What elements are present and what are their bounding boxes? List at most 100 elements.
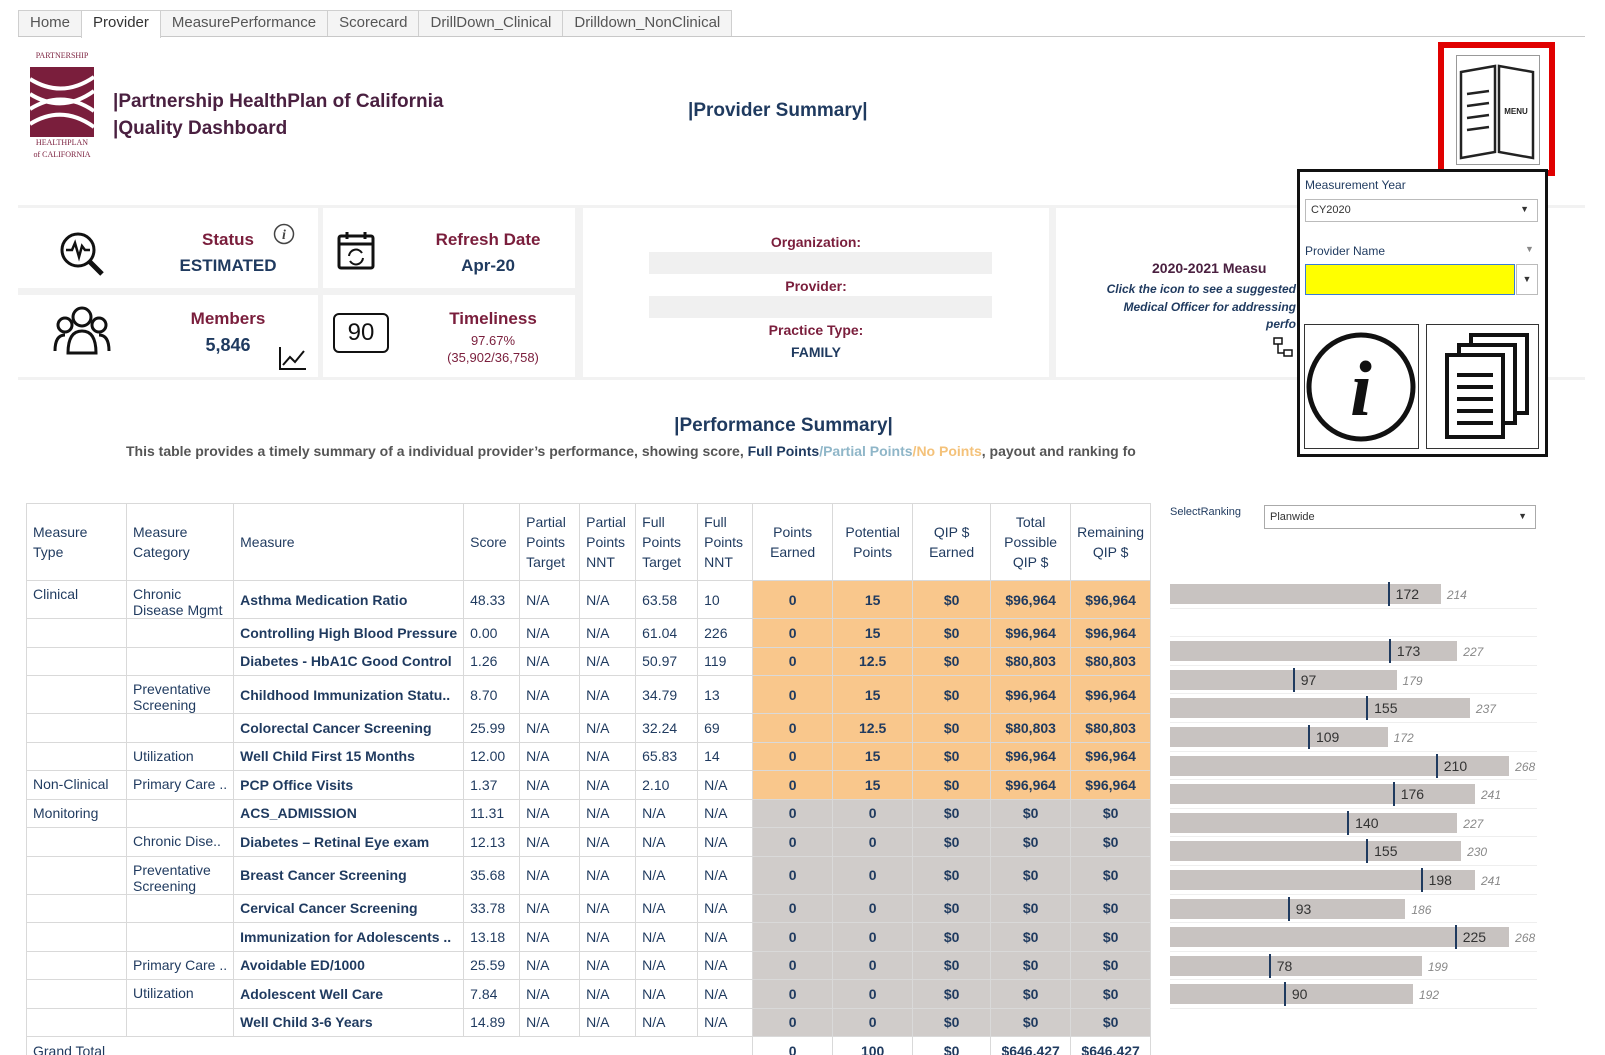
measurement-year-select[interactable]: CY2020 ▼ bbox=[1305, 199, 1538, 222]
ranking-total: 241 bbox=[1480, 874, 1502, 888]
cell-total: $96,964 bbox=[990, 770, 1072, 800]
table-row[interactable]: Immunization for Adolescents .. 13.18 N/A N… bbox=[26, 922, 1152, 952]
cell-measure: Well Child 3-6 Years bbox=[233, 1007, 465, 1037]
cell-measure: Cervical Cancer Screening bbox=[233, 893, 465, 923]
chevron-down-icon: ▼ bbox=[1518, 511, 1527, 521]
heartbeat-search-icon bbox=[56, 228, 108, 285]
ranking-position-marker bbox=[1435, 753, 1438, 778]
cell-earned: 0 bbox=[752, 713, 834, 743]
org-title: |Partnership HealthPlan of California |Q… bbox=[113, 88, 444, 142]
cell-earned: 0 bbox=[752, 675, 834, 714]
table-row[interactable]: Clinical Chronic Disease Mgmt Asthma Medica… bbox=[26, 580, 1152, 619]
ranking-row: 155 237 bbox=[1170, 694, 1537, 723]
cell-fpn: 13 bbox=[697, 675, 754, 714]
cell-measure: Controlling High Blood Pressure bbox=[233, 618, 465, 648]
cell-type bbox=[26, 713, 127, 743]
provider-name-input[interactable] bbox=[1305, 264, 1515, 295]
cell-score: 13.18 bbox=[463, 922, 521, 952]
org-title-line2: |Quality Dashboard bbox=[113, 118, 288, 139]
cell-measure: Diabetes - HbA1C Good Control bbox=[233, 646, 465, 676]
table-row[interactable]: Cervical Cancer Screening 33.78 N/A N/A N/A N… bbox=[26, 893, 1152, 923]
ranking-value: 155 bbox=[1374, 843, 1398, 860]
tab-provider[interactable]: Provider bbox=[81, 10, 161, 38]
table-row[interactable]: Utilization Adolescent Well Care 7.84 N/A N/… bbox=[26, 979, 1152, 1009]
ranking-total-bar bbox=[1170, 698, 1470, 719]
cell-fpt: N/A bbox=[635, 827, 699, 857]
ranking-total: 268 bbox=[1515, 759, 1536, 774]
ranking-total-bar bbox=[1170, 727, 1388, 747]
cell-fpn: 10 bbox=[697, 580, 754, 619]
cell-remaining: $96,964 bbox=[1070, 741, 1152, 771]
performance-summary-description: This table provides a timely summary of … bbox=[126, 443, 1296, 459]
ranking-row: 90 192 bbox=[1170, 980, 1537, 1009]
cell-potential: 12.5 bbox=[832, 713, 914, 743]
flowchart-icon[interactable] bbox=[1272, 336, 1294, 363]
cell-ppt: N/A bbox=[519, 827, 581, 857]
ranking-total: 214 bbox=[1446, 588, 1467, 602]
cell-fpn: 119 bbox=[697, 646, 754, 676]
table-row[interactable]: Colorectal Cancer Screening 25.99 N/A N/A 32… bbox=[26, 713, 1152, 743]
cell-ppt: N/A bbox=[519, 713, 581, 743]
cell-fpt: N/A bbox=[635, 979, 699, 1009]
grand-total-earned: 0 bbox=[752, 1036, 834, 1055]
tab-drilldown-clinical[interactable]: DrillDown_Clinical bbox=[418, 10, 564, 36]
column-header[interactable]: Measure Category bbox=[125, 503, 235, 581]
cell-cat: Utilization bbox=[125, 979, 235, 1009]
desc-no-points: No Points bbox=[916, 443, 982, 459]
cell-remaining: $96,964 bbox=[1070, 675, 1152, 714]
cell-ppn: N/A bbox=[579, 618, 637, 648]
table-row[interactable]: Diabetes - HbA1C Good Control 1.26 N/A N/A 5… bbox=[26, 646, 1152, 676]
provider-clear-icon[interactable]: ▼ bbox=[1525, 244, 1534, 254]
cell-qip: $0 bbox=[912, 798, 992, 828]
refresh-card: Refresh Date Apr-20 bbox=[323, 208, 575, 288]
menu-book-icon[interactable]: MENU bbox=[1456, 55, 1540, 165]
table-row[interactable]: Monitoring ACS_ADMISSION 11.31 N/A N/A N/A N/A… bbox=[26, 798, 1152, 828]
tab-home[interactable]: Home bbox=[18, 10, 83, 36]
tab-measureperformance[interactable]: MeasurePerformance bbox=[159, 10, 329, 36]
desc-partial-points: Partial Points bbox=[823, 443, 913, 459]
status-card: Status i ESTIMATED bbox=[18, 208, 318, 288]
ranking-total: 192 bbox=[1418, 988, 1439, 1003]
ranking-select[interactable]: Planwide ▼ bbox=[1264, 505, 1536, 529]
ranking-value: 172 bbox=[1395, 586, 1420, 602]
cell-qip: $0 bbox=[912, 770, 992, 800]
timeliness-ratio: (35,902/36,758) bbox=[447, 350, 539, 365]
ranking-total: 227 bbox=[1463, 816, 1484, 831]
column-header: Measure Type bbox=[26, 503, 127, 581]
ranking-total: 241 bbox=[1480, 788, 1502, 803]
table-row[interactable]: Utilization Well Child First 15 Months 12.… bbox=[26, 741, 1152, 771]
table-row[interactable]: Preventative Screening Childhood Immunizat… bbox=[26, 675, 1152, 714]
info-icon[interactable]: i bbox=[273, 223, 295, 250]
cell-ppt: N/A bbox=[519, 646, 581, 676]
tab-drilldown-nonclinical[interactable]: Drilldown_NonClinical bbox=[562, 10, 733, 36]
cell-ppt: N/A bbox=[519, 893, 581, 923]
table-row[interactable]: Controlling High Blood Pressure 0.00 N/A N/… bbox=[26, 618, 1152, 648]
provider-dropdown-button[interactable]: ▼ bbox=[1516, 264, 1538, 295]
cell-earned: 0 bbox=[752, 618, 834, 648]
tab-scorecard[interactable]: Scorecard bbox=[327, 10, 420, 36]
cell-remaining: $0 bbox=[1070, 893, 1152, 923]
trend-chart-icon[interactable] bbox=[278, 345, 308, 376]
cell-type bbox=[26, 979, 127, 1009]
cell-score: 11.31 bbox=[463, 798, 521, 828]
table-row[interactable]: Well Child 3-6 Years 14.89 N/A N/A N/A N/A 0 0 $… bbox=[26, 1007, 1152, 1037]
cell-ppt: N/A bbox=[519, 580, 581, 619]
cell-ppt: N/A bbox=[519, 922, 581, 952]
cell-remaining: $0 bbox=[1070, 827, 1152, 857]
cell-ppt: N/A bbox=[519, 950, 581, 980]
cell-cat bbox=[125, 646, 235, 676]
cell-type bbox=[26, 922, 127, 952]
table-row[interactable]: Non-Clinical Primary Care .. PCP Office Vi… bbox=[26, 770, 1152, 800]
cell-qip: $0 bbox=[912, 741, 992, 771]
menu-button[interactable]: MENU bbox=[1438, 42, 1555, 176]
cell-ppt: N/A bbox=[519, 618, 581, 648]
table-row[interactable]: Primary Care .. Avoidable ED/1000 25.59 N/A… bbox=[26, 950, 1152, 980]
grand-total-label: Grand Total bbox=[25, 1036, 754, 1055]
table-row[interactable]: Preventative Screening Breast Cancer Scree… bbox=[26, 855, 1152, 895]
cell-potential: 0 bbox=[832, 893, 914, 923]
cell-total: $96,964 bbox=[990, 741, 1072, 771]
cell-qip: $0 bbox=[912, 855, 992, 895]
table-row[interactable]: Chronic Dise.. Diabetes – Retinal Eye exa… bbox=[26, 827, 1152, 857]
cell-type: Monitoring bbox=[26, 798, 127, 828]
provider-name-label: Provider Name bbox=[1305, 244, 1386, 258]
